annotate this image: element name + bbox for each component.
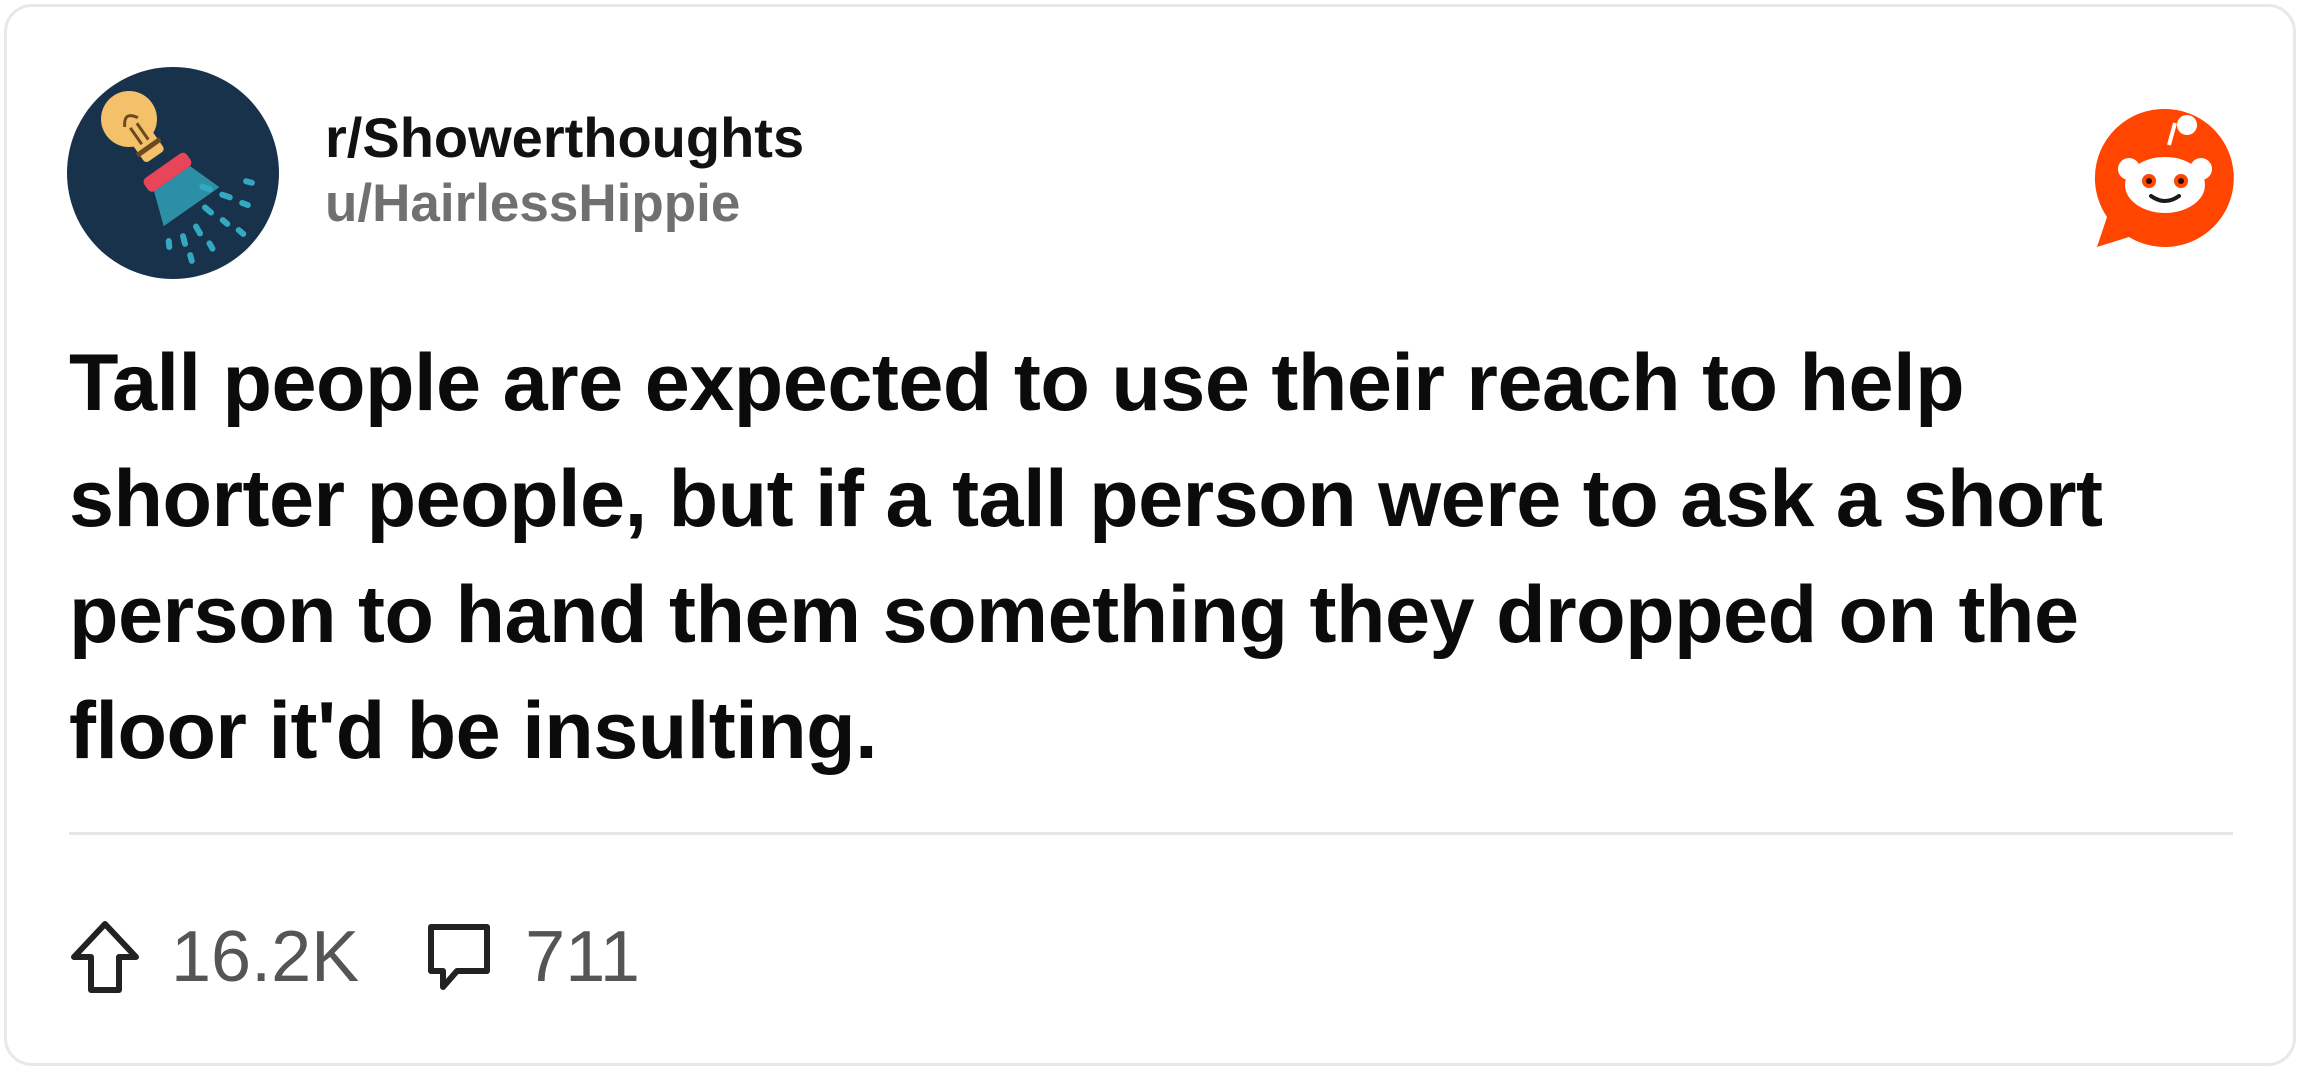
reddit-snoo-icon: [2094, 108, 2234, 248]
username[interactable]: u/HairlessHippie: [325, 171, 804, 237]
divider: [69, 832, 2233, 835]
subreddit-avatar[interactable]: [67, 67, 279, 279]
post-stats: 16.2K 711: [69, 912, 704, 1002]
upvote-arrow-icon: [71, 921, 139, 993]
upvote-button[interactable]: 16.2K: [69, 912, 359, 1002]
comment-count: 711: [525, 917, 640, 997]
post-author-block: r/Showerthoughts u/HairlessHippie: [325, 105, 804, 237]
comment-bubble-icon: [428, 924, 491, 990]
post-title[interactable]: Tall people are expected to use their re…: [69, 325, 2249, 789]
subreddit-name[interactable]: r/Showerthoughts: [325, 105, 804, 171]
reddit-logo: [2089, 103, 2239, 253]
lightbulb-shower-icon: [67, 67, 279, 279]
upvote-count: 16.2K: [171, 917, 360, 997]
post-card[interactable]: r/Showerthoughts u/HairlessHippie Tall p…: [4, 4, 2296, 1066]
comments-button[interactable]: 711: [423, 912, 640, 1002]
